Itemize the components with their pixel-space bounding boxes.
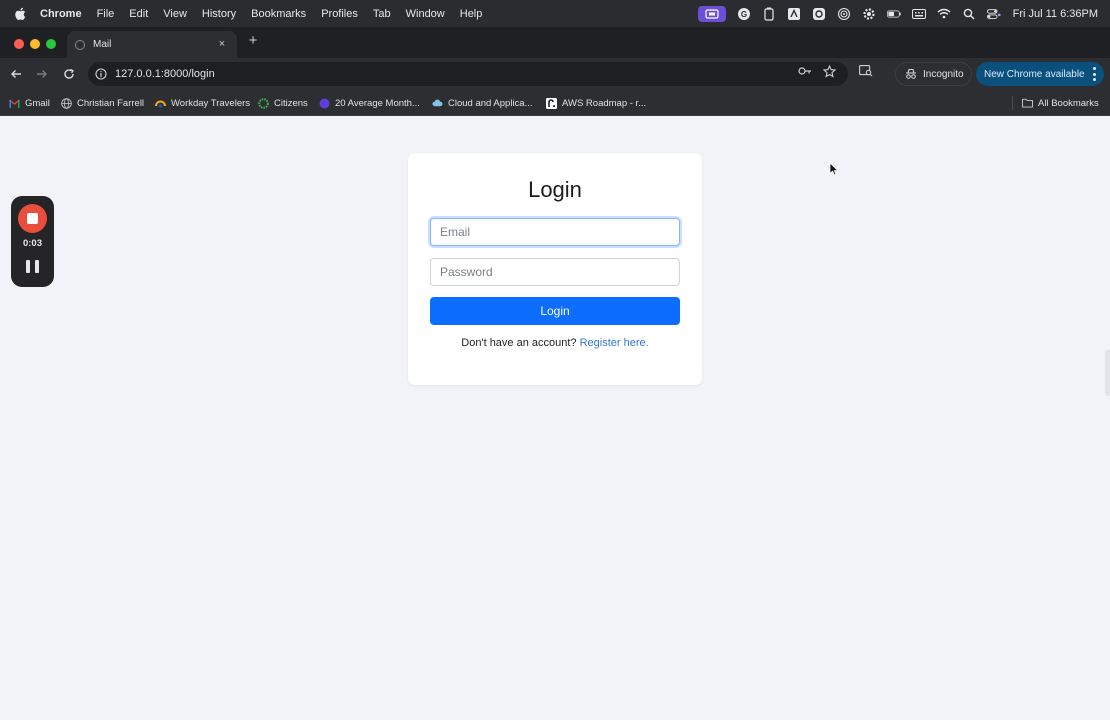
stop-icon: [27, 213, 38, 224]
battery-widget-icon[interactable]: [762, 7, 776, 21]
globe-icon: [75, 39, 85, 50]
menu-profiles[interactable]: Profiles: [321, 8, 358, 20]
citizens-icon: [258, 97, 269, 109]
workday-icon: [155, 98, 166, 109]
bookmark-label: Christian Farrell: [77, 97, 145, 109]
menu-window[interactable]: Window: [406, 8, 445, 20]
menu-tab[interactable]: Tab: [373, 8, 391, 20]
window-minimize-button[interactable]: [30, 39, 40, 49]
menu-help[interactable]: Help: [460, 8, 483, 20]
spotlight-search-icon[interactable]: [962, 7, 976, 21]
login-card: Login Login Don't have an account? Regis…: [408, 153, 702, 385]
gear-icon[interactable]: [862, 7, 876, 21]
register-prompt-text: Don't have an account?: [461, 337, 577, 349]
bookmarks-divider: [1012, 96, 1013, 110]
new-tab-button[interactable]: +: [245, 33, 261, 49]
bookmark-cloud-and-applica[interactable]: Cloud and Applica...: [432, 95, 533, 111]
stop-recording-button[interactable]: [18, 204, 47, 233]
bookmark-workday-travelers[interactable]: Workday Travelers: [155, 95, 250, 111]
folder-icon: [1022, 98, 1033, 109]
menu-bookmarks[interactable]: Bookmarks: [251, 8, 306, 20]
reload-icon[interactable]: [60, 65, 78, 83]
forward-arrow-icon[interactable]: [33, 65, 51, 83]
window-zoom-button[interactable]: [46, 39, 56, 49]
bookmark-label: Workday Travelers: [171, 97, 251, 109]
incognito-icon: [905, 68, 917, 80]
screen-recording-icon[interactable]: [697, 5, 726, 22]
back-arrow-icon[interactable]: [7, 65, 25, 83]
keyboard-icon[interactable]: [911, 7, 926, 21]
bookmark-label: Cloud and Applica...: [448, 97, 533, 109]
bookmark-christian-farrell[interactable]: Christian Farrell: [61, 95, 144, 111]
apple-icon[interactable]: [14, 7, 28, 21]
airdrop-icon[interactable]: [837, 7, 851, 21]
login-title: Login: [528, 177, 582, 202]
bookmark-label: 20 Average Month...: [335, 97, 420, 109]
tab-close-icon[interactable]: ×: [215, 37, 229, 51]
bookmark-star-icon[interactable]: [822, 64, 836, 78]
control-center-icon[interactable]: [986, 7, 1001, 21]
menu-file[interactable]: File: [97, 8, 115, 20]
new-chrome-label: New Chrome available: [984, 68, 1085, 80]
password-input[interactable]: [430, 258, 680, 286]
site-info-icon[interactable]: [94, 67, 108, 81]
svg-text:G: G: [740, 10, 746, 19]
cloud-icon: [432, 98, 443, 109]
tab-title: Mail: [93, 39, 112, 50]
window-close-button[interactable]: [14, 39, 24, 49]
all-bookmarks-button[interactable]: All Bookmarks: [1022, 95, 1099, 111]
circle-icon: [319, 98, 330, 109]
pause-icon[interactable]: [26, 260, 39, 273]
address-bar[interactable]: 127.0.0.1:8000/login: [88, 62, 848, 86]
bookmark-label: Gmail: [25, 97, 50, 109]
incognito-indicator[interactable]: Incognito: [895, 62, 972, 86]
menu-bar-status-area: G Fri Jul 11 6:36PM: [697, 0, 1098, 27]
bookmark-gmail[interactable]: Gmail: [9, 95, 50, 111]
text-app-icon[interactable]: [787, 7, 801, 21]
password-key-icon[interactable]: [798, 64, 812, 78]
battery-icon[interactable]: [886, 7, 901, 21]
screen-recorder-widget: 0:03: [11, 196, 54, 287]
new-chrome-available-button[interactable]: New Chrome available: [976, 62, 1104, 86]
menu-app-chrome[interactable]: Chrome: [40, 8, 82, 20]
tab-strip: Mail ×: [0, 27, 1110, 58]
window-controls: [14, 39, 62, 49]
bookmark-label: Citizens: [274, 97, 308, 109]
address-bar-url: 127.0.0.1:8000/login: [115, 68, 215, 80]
gmail-icon: [9, 98, 20, 109]
macos-menu-bar: Chrome File Edit View History Bookmarks …: [0, 0, 1110, 27]
register-prompt: Don't have an account? Register here.: [408, 337, 702, 349]
bookmark-label: AWS Roadmap - r...: [562, 97, 647, 109]
login-button[interactable]: Login: [430, 297, 680, 325]
browser-toolbar: 127.0.0.1:8000/login Incognito New Chrom…: [0, 58, 1110, 90]
register-link[interactable]: Register here.: [580, 337, 649, 349]
menu-history[interactable]: History: [202, 8, 236, 20]
page-viewport: Login Login Don't have an account? Regis…: [0, 117, 1110, 720]
bookmark-citizens[interactable]: Citizens: [258, 95, 308, 111]
side-panel-handle[interactable]: [1105, 350, 1110, 396]
email-input[interactable]: [430, 218, 680, 246]
all-bookmarks-label: All Bookmarks: [1038, 97, 1099, 109]
menu-view[interactable]: View: [163, 8, 187, 20]
mouse-cursor-icon: [829, 162, 839, 176]
menu-bar-clock[interactable]: Fri Jul 11 6:36PM: [1013, 8, 1098, 20]
bookmark-aws-roadmap[interactable]: AWS Roadmap - r...: [546, 95, 646, 111]
globe-icon: [61, 97, 72, 109]
bookmark-20-average-month[interactable]: 20 Average Month...: [319, 95, 420, 111]
ring-app-icon[interactable]: [812, 7, 826, 21]
grammarly-icon[interactable]: G: [737, 7, 751, 21]
bookmarks-bar: Gmail Christian Farrell Workday Traveler…: [0, 90, 1110, 116]
recording-timer: 0:03: [22, 238, 42, 249]
tab-mail[interactable]: Mail ×: [67, 31, 237, 58]
incognito-label: Incognito: [923, 68, 964, 80]
menu-edit[interactable]: Edit: [129, 8, 148, 20]
aws-icon: [546, 97, 557, 109]
tab-search-icon[interactable]: [859, 64, 873, 78]
kebab-menu-icon[interactable]: [1092, 67, 1096, 81]
wifi-icon[interactable]: [937, 7, 951, 21]
